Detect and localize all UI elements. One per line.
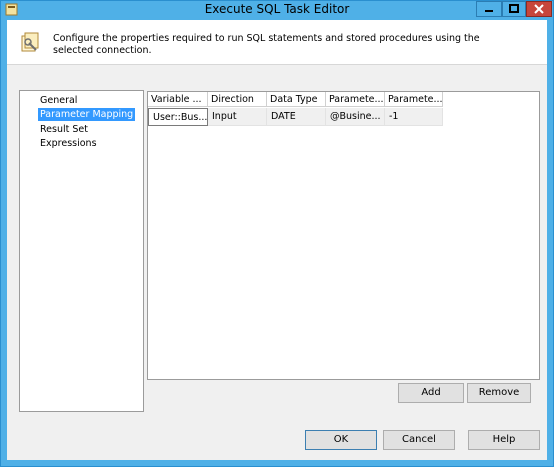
cell-direction[interactable]: Input <box>208 108 267 126</box>
cell-parameter-size[interactable]: -1 <box>385 108 443 126</box>
column-header-data-type[interactable]: Data Type <box>267 92 326 107</box>
window-title: Execute SQL Task Editor <box>204 2 350 16</box>
editor-window: Execute SQL Task Editor Configure the pr… <box>0 0 554 467</box>
column-header-parameter-name[interactable]: Paramete... <box>326 92 385 107</box>
cell-parameter-name[interactable]: @Busine... <box>326 108 385 126</box>
maximize-icon <box>509 4 519 13</box>
close-icon <box>534 4 544 14</box>
cancel-button[interactable]: Cancel <box>383 430 455 450</box>
parameter-grid: Variable ... Direction Data Type Paramet… <box>147 91 540 380</box>
nav-item-general[interactable]: General <box>38 94 79 107</box>
page-nav: General Parameter Mapping Result Set Exp… <box>19 90 144 412</box>
header-description: Configure the properties required to run… <box>53 33 480 56</box>
nav-item-expressions[interactable]: Expressions <box>38 137 99 150</box>
cell-variable[interactable]: User::Bus... <box>148 108 208 126</box>
cell-data-type[interactable]: DATE <box>267 108 326 126</box>
dialog-client: Configure the properties required to run… <box>7 20 547 460</box>
title-bar[interactable]: Execute SQL Task Editor <box>1 1 553 19</box>
close-button[interactable] <box>526 1 552 17</box>
header-panel: Configure the properties required to run… <box>7 20 547 65</box>
remove-button[interactable]: Remove <box>467 383 531 403</box>
column-header-variable[interactable]: Variable ... <box>148 92 208 107</box>
add-button[interactable]: Add <box>398 383 464 403</box>
minimize-button[interactable] <box>476 1 502 17</box>
maximize-button[interactable] <box>502 1 526 17</box>
ok-button[interactable]: OK <box>305 430 377 450</box>
nav-item-parameter-mapping[interactable]: Parameter Mapping <box>38 108 136 121</box>
column-header-parameter-size[interactable]: Paramete... <box>385 92 443 107</box>
column-header-direction[interactable]: Direction <box>208 92 267 107</box>
minimize-icon <box>485 10 493 12</box>
help-button[interactable]: Help <box>468 430 540 450</box>
nav-item-result-set[interactable]: Result Set <box>38 123 90 136</box>
task-wrench-icon <box>21 32 39 52</box>
